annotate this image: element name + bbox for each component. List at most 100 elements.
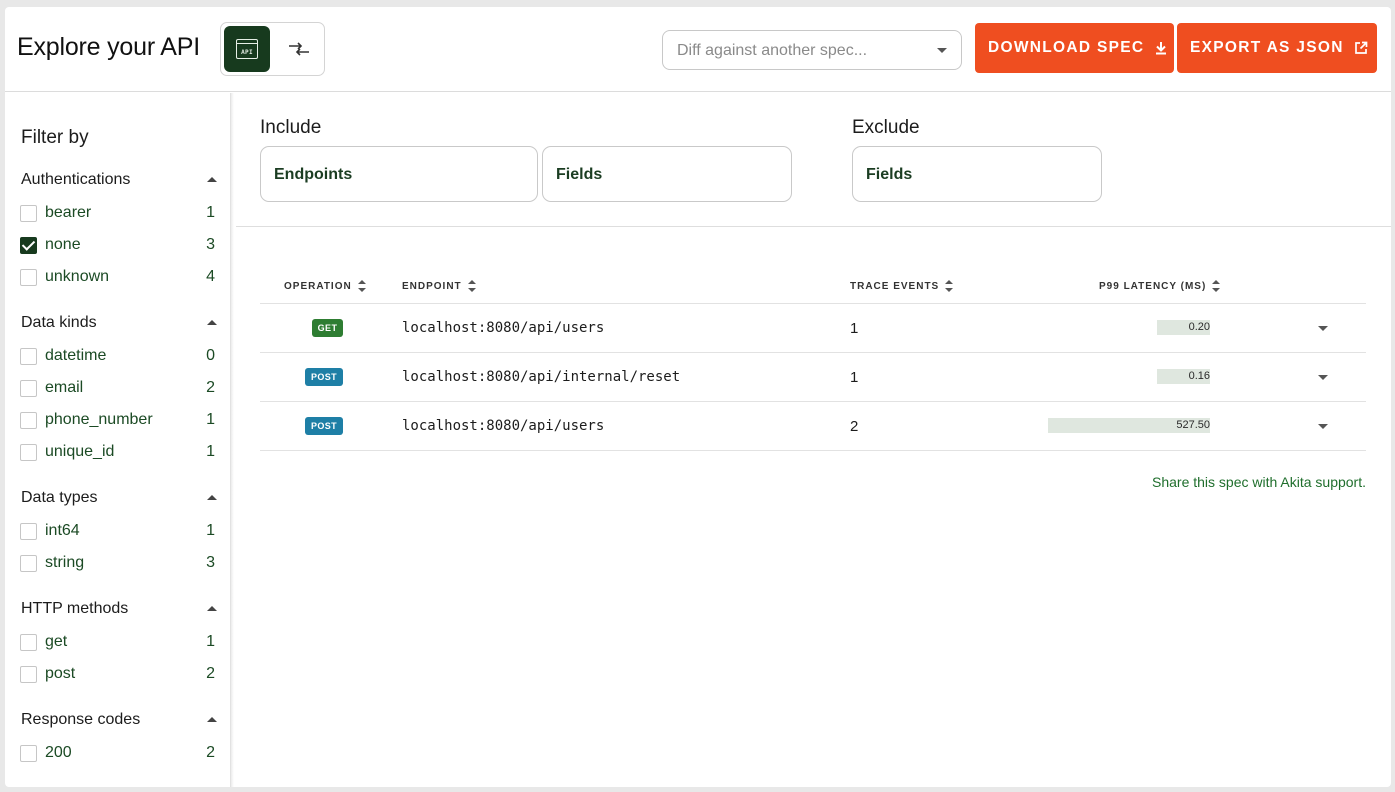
checkbox[interactable] bbox=[20, 522, 37, 540]
trace-events-count: 1 bbox=[850, 369, 859, 386]
filter-option-200[interactable]: 200 2 bbox=[20, 742, 215, 764]
filter-option-bearer[interactable]: bearer 1 bbox=[20, 202, 215, 224]
download-icon bbox=[1156, 42, 1167, 55]
sort-icon bbox=[1212, 280, 1221, 292]
diff-view-toggle[interactable] bbox=[276, 26, 322, 72]
group-authentications[interactable]: Authentications bbox=[21, 171, 217, 191]
include-fields-field[interactable]: Fields bbox=[542, 146, 792, 202]
group-label: Data types bbox=[21, 489, 98, 506]
exclude-label: Exclude bbox=[852, 117, 920, 138]
option-label: int64 bbox=[45, 522, 80, 539]
include-endpoints-field[interactable]: Endpoints bbox=[260, 146, 538, 202]
endpoint-path: localhost:8080/api/users bbox=[402, 418, 605, 434]
option-count: 2 bbox=[206, 665, 215, 682]
share-spec-link[interactable]: Share this spec with Akita support. bbox=[1152, 474, 1366, 490]
column-header-operation[interactable]: OPERATION bbox=[284, 280, 366, 292]
checkbox[interactable] bbox=[20, 379, 37, 397]
table-row[interactable]: POST localhost:8080/api/users 2 527.50 bbox=[260, 402, 1366, 451]
sort-icon bbox=[945, 280, 954, 292]
filter-option-none[interactable]: none 3 bbox=[20, 234, 215, 256]
filter-title: Filter by bbox=[21, 127, 89, 148]
option-label: post bbox=[45, 665, 76, 682]
export-json-label: EXPORT AS JSON bbox=[1190, 39, 1344, 56]
checkbox[interactable] bbox=[20, 744, 37, 762]
option-label: string bbox=[45, 554, 85, 571]
option-count: 3 bbox=[206, 554, 215, 571]
exclude-fields-field[interactable]: Fields bbox=[852, 146, 1102, 202]
api-view-toggle[interactable]: API bbox=[224, 26, 270, 72]
column-header-trace-events[interactable]: TRACE EVENTS bbox=[850, 280, 954, 292]
group-label: HTTP methods bbox=[21, 600, 129, 617]
method-badge: POST bbox=[305, 368, 343, 386]
checkbox[interactable] bbox=[20, 411, 37, 429]
filter-option-string[interactable]: string 3 bbox=[20, 552, 215, 574]
table-row[interactable]: POST localhost:8080/api/internal/reset 1… bbox=[260, 353, 1366, 402]
download-spec-button[interactable]: DOWNLOAD SPEC bbox=[975, 23, 1174, 73]
option-label: bearer bbox=[45, 204, 92, 221]
option-count: 1 bbox=[206, 204, 215, 221]
diff-spec-placeholder: Diff against another spec... bbox=[677, 42, 868, 59]
table-row[interactable]: GET localhost:8080/api/users 1 0.20 bbox=[260, 304, 1366, 353]
endpoint-path: localhost:8080/api/internal/reset bbox=[402, 369, 681, 385]
checkbox[interactable] bbox=[20, 554, 37, 572]
option-count: 3 bbox=[206, 236, 215, 253]
filter-option-datetime[interactable]: datetime 0 bbox=[20, 345, 215, 367]
filter-option-unique-id[interactable]: unique_id 1 bbox=[20, 441, 215, 463]
expand-row-icon[interactable] bbox=[1318, 326, 1328, 331]
column-header-endpoint[interactable]: ENDPOINT bbox=[402, 280, 476, 292]
include-label: Include bbox=[260, 117, 322, 138]
page-title: Explore your API bbox=[17, 33, 201, 61]
expand-row-icon[interactable] bbox=[1318, 375, 1328, 380]
latency-value: 527.50 bbox=[1176, 419, 1210, 431]
sort-icon bbox=[357, 280, 366, 292]
group-data-kinds[interactable]: Data kinds bbox=[21, 314, 217, 334]
open-in-new-icon bbox=[1354, 41, 1368, 54]
group-data-types[interactable]: Data types bbox=[21, 489, 217, 509]
filter-option-phone-number[interactable]: phone_number 1 bbox=[20, 409, 215, 431]
trace-events-count: 1 bbox=[850, 320, 859, 337]
compare-arrows-icon bbox=[289, 42, 309, 56]
filter-option-post[interactable]: post 2 bbox=[20, 663, 215, 685]
group-response-codes[interactable]: Response codes bbox=[21, 711, 217, 731]
latency-value: 0.16 bbox=[1188, 370, 1210, 382]
option-label: none bbox=[45, 236, 81, 253]
collapse-icon[interactable] bbox=[207, 495, 217, 500]
checkbox[interactable] bbox=[20, 665, 37, 683]
column-label: TRACE EVENTS bbox=[850, 280, 940, 292]
option-label: unknown bbox=[45, 268, 110, 285]
checkbox-checked[interactable] bbox=[20, 236, 37, 254]
collapse-icon[interactable] bbox=[207, 717, 217, 722]
expand-row-icon[interactable] bbox=[1318, 424, 1328, 429]
download-spec-label: DOWNLOAD SPEC bbox=[988, 39, 1145, 56]
collapse-icon[interactable] bbox=[207, 606, 217, 611]
checkbox[interactable] bbox=[20, 633, 37, 651]
checkbox[interactable] bbox=[20, 347, 37, 365]
divider bbox=[236, 226, 1391, 227]
filter-option-get[interactable]: get 1 bbox=[20, 631, 215, 653]
option-count: 0 bbox=[206, 347, 215, 364]
option-count: 2 bbox=[206, 744, 215, 761]
checkbox[interactable] bbox=[20, 268, 37, 286]
method-badge: GET bbox=[312, 319, 343, 337]
option-count: 2 bbox=[206, 379, 215, 396]
column-label: P99 LATENCY (MS) bbox=[1099, 280, 1207, 292]
chevron-down-icon bbox=[937, 48, 947, 53]
filter-option-email[interactable]: email 2 bbox=[20, 377, 215, 399]
collapse-icon[interactable] bbox=[207, 177, 217, 182]
diff-spec-select[interactable]: Diff against another spec... bbox=[662, 30, 962, 70]
option-label: unique_id bbox=[45, 443, 115, 460]
filter-option-int64[interactable]: int64 1 bbox=[20, 520, 215, 542]
column-label: OPERATION bbox=[284, 280, 352, 292]
option-label: phone_number bbox=[45, 411, 153, 428]
column-header-p99-latency[interactable]: P99 LATENCY (MS) bbox=[1099, 280, 1221, 292]
group-http-methods[interactable]: HTTP methods bbox=[21, 600, 217, 620]
option-count: 1 bbox=[206, 411, 215, 428]
filter-option-unknown[interactable]: unknown 4 bbox=[20, 266, 215, 288]
group-label: Data kinds bbox=[21, 314, 97, 331]
checkbox[interactable] bbox=[20, 443, 37, 461]
endpoint-path: localhost:8080/api/users bbox=[402, 320, 605, 336]
collapse-icon[interactable] bbox=[207, 320, 217, 325]
app-window: Explore your API API Diff against anothe… bbox=[5, 7, 1391, 787]
checkbox[interactable] bbox=[20, 204, 37, 222]
export-json-button[interactable]: EXPORT AS JSON bbox=[1177, 23, 1377, 73]
